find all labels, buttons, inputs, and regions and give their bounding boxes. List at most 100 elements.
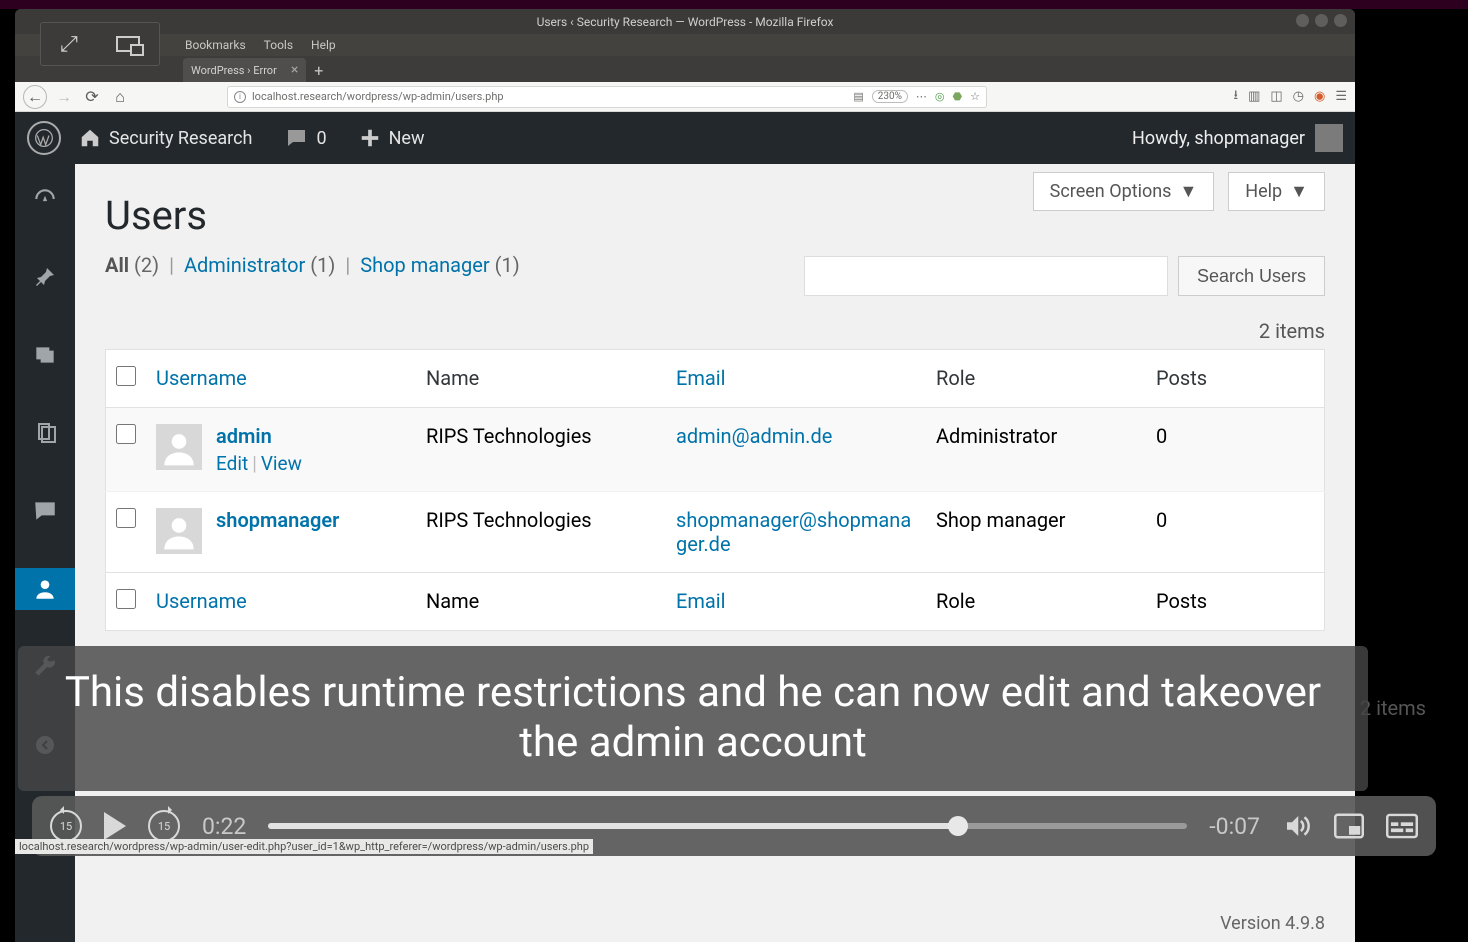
cell-posts: 0 xyxy=(1146,408,1325,492)
url-bar[interactable]: i localhost.research/wordpress/wp-admin/… xyxy=(227,86,987,108)
tab-title: WordPress › Error xyxy=(191,64,277,77)
item-count-bottom: 2 items xyxy=(1360,696,1426,720)
screen-options-button[interactable]: Screen Options▼ xyxy=(1033,172,1215,211)
firefox-menubar: Bookmarks Tools Help xyxy=(15,34,1355,56)
user-link-shopmanager[interactable]: shopmanager xyxy=(216,508,339,532)
select-all-checkbox-bottom[interactable] xyxy=(116,589,136,609)
cell-email[interactable]: shopmanager@shopmanager.de xyxy=(676,508,911,556)
seek-knob[interactable] xyxy=(948,816,968,836)
select-all-checkbox[interactable] xyxy=(116,366,136,386)
menu-dashboard[interactable] xyxy=(15,178,75,220)
bookmark-star-icon[interactable]: ☆ xyxy=(970,90,980,103)
row-checkbox[interactable] xyxy=(116,424,136,444)
pip-button[interactable] xyxy=(1334,813,1364,839)
menu-posts[interactable] xyxy=(15,256,75,298)
seek-bar[interactable] xyxy=(268,823,1187,829)
menu-media[interactable] xyxy=(15,334,75,376)
home-button[interactable]: ⌂ xyxy=(109,86,131,108)
window-title: Users ‹ Security Research — WordPress - … xyxy=(537,15,834,29)
adminbar-site-link[interactable]: Security Research xyxy=(79,127,252,149)
col-username[interactable]: Username xyxy=(156,366,247,390)
skip-back-button[interactable]: 15 xyxy=(50,810,82,842)
table-row: shopmanager RIPS Technologies shopmanage… xyxy=(106,492,1325,573)
cell-email[interactable]: admin@admin.de xyxy=(676,424,832,448)
search-users-button[interactable]: Search Users xyxy=(1178,256,1325,296)
sidebar-icon[interactable]: ◫ xyxy=(1270,89,1282,104)
seek-progress xyxy=(268,823,957,829)
new-tab-button[interactable]: + xyxy=(314,61,323,82)
menu-bookmarks[interactable]: Bookmarks xyxy=(185,38,246,52)
help-button[interactable]: Help▼ xyxy=(1228,172,1325,211)
edit-link[interactable]: Edit xyxy=(216,452,248,475)
adminbar-new[interactable]: New xyxy=(359,127,425,149)
home-icon xyxy=(79,127,101,149)
view-link[interactable]: View xyxy=(261,452,302,475)
url-protect-icon[interactable]: ◎ xyxy=(935,90,945,103)
back-button[interactable]: ← xyxy=(23,85,47,109)
chevron-down-icon: ▼ xyxy=(1290,181,1308,202)
zoom-badge[interactable]: 230% xyxy=(872,90,908,103)
cell-role: Administrator xyxy=(926,408,1146,492)
adminbar-new-label: New xyxy=(389,128,425,149)
adminbar-comments-count: 0 xyxy=(316,128,326,149)
sync-icon[interactable]: ◷ xyxy=(1293,89,1304,104)
col-email-bottom[interactable]: Email xyxy=(676,589,726,613)
col-name: Name xyxy=(416,350,666,408)
filter-administrator[interactable]: Administrator (1) xyxy=(184,253,335,277)
col-username-bottom[interactable]: Username xyxy=(156,589,247,613)
wordpress-logo-icon[interactable] xyxy=(27,121,61,155)
avatar-icon xyxy=(1315,124,1343,152)
site-info-icon[interactable]: i xyxy=(234,91,246,103)
pages-icon xyxy=(33,421,57,445)
cell-role: Shop manager xyxy=(926,492,1146,573)
time-elapsed: 0:22 xyxy=(202,813,246,840)
avatar-icon xyxy=(156,424,202,470)
captions-button[interactable] xyxy=(1386,813,1418,839)
browser-tab[interactable]: WordPress › Error × xyxy=(183,58,306,82)
row-checkbox[interactable] xyxy=(116,508,136,528)
col-role: Role xyxy=(926,350,1146,408)
play-button[interactable] xyxy=(104,812,126,840)
menu-pages[interactable] xyxy=(15,412,75,454)
url-more-icon[interactable]: ⋯ xyxy=(916,90,927,103)
user-link-admin[interactable]: admin xyxy=(216,424,302,448)
forward-button[interactable]: → xyxy=(53,86,75,108)
maximize-button[interactable] xyxy=(1315,14,1328,27)
comment-icon xyxy=(284,126,308,150)
library-icon[interactable]: ▥ xyxy=(1248,89,1260,104)
menu-users[interactable] xyxy=(15,568,75,610)
wp-version: Version 4.9.8 xyxy=(1220,913,1325,934)
expand-icon[interactable]: ⤢ xyxy=(60,32,78,57)
menu-comments[interactable] xyxy=(15,490,75,532)
screenshare-overlay[interactable]: ⤢ xyxy=(40,22,160,66)
downloads-icon[interactable]: ⭳ xyxy=(1234,86,1239,108)
volume-button[interactable] xyxy=(1282,811,1312,841)
pip-icon[interactable] xyxy=(116,36,140,52)
col-posts: Posts xyxy=(1146,350,1325,408)
volume-icon xyxy=(1282,811,1312,841)
menu-help[interactable]: Help xyxy=(311,38,336,52)
col-role-bottom: Role xyxy=(926,573,1146,631)
reader-icon[interactable]: ▤ xyxy=(853,90,863,103)
wp-admin-bar: Security Research 0 New Howdy, shopmanag… xyxy=(15,112,1355,164)
filter-all[interactable]: All (2) xyxy=(105,253,159,277)
firefox-titlebar: Users ‹ Security Research — WordPress - … xyxy=(15,9,1355,34)
cell-name: RIPS Technologies xyxy=(416,492,666,573)
ublock-icon[interactable]: ⬣ xyxy=(953,90,963,103)
hamburger-icon[interactable]: ☰ xyxy=(1335,89,1347,104)
skip-forward-button[interactable]: 15 xyxy=(148,810,180,842)
ext-icon[interactable]: ◉ xyxy=(1314,89,1325,104)
close-button[interactable] xyxy=(1334,14,1347,27)
adminbar-comments[interactable]: 0 xyxy=(284,126,326,150)
tab-close-icon[interactable]: × xyxy=(291,62,298,78)
reload-button[interactable]: ⟳ xyxy=(81,86,103,108)
search-users-input[interactable] xyxy=(804,256,1168,296)
menu-tools[interactable]: Tools xyxy=(264,38,293,52)
pip-icon xyxy=(1334,813,1364,839)
minimize-button[interactable] xyxy=(1296,14,1309,27)
row-actions: Edit|View xyxy=(216,452,302,475)
comments-icon xyxy=(32,498,58,524)
adminbar-account[interactable]: Howdy, shopmanager xyxy=(1132,124,1343,152)
col-email[interactable]: Email xyxy=(676,366,726,390)
filter-shop-manager[interactable]: Shop manager (1) xyxy=(360,253,519,277)
